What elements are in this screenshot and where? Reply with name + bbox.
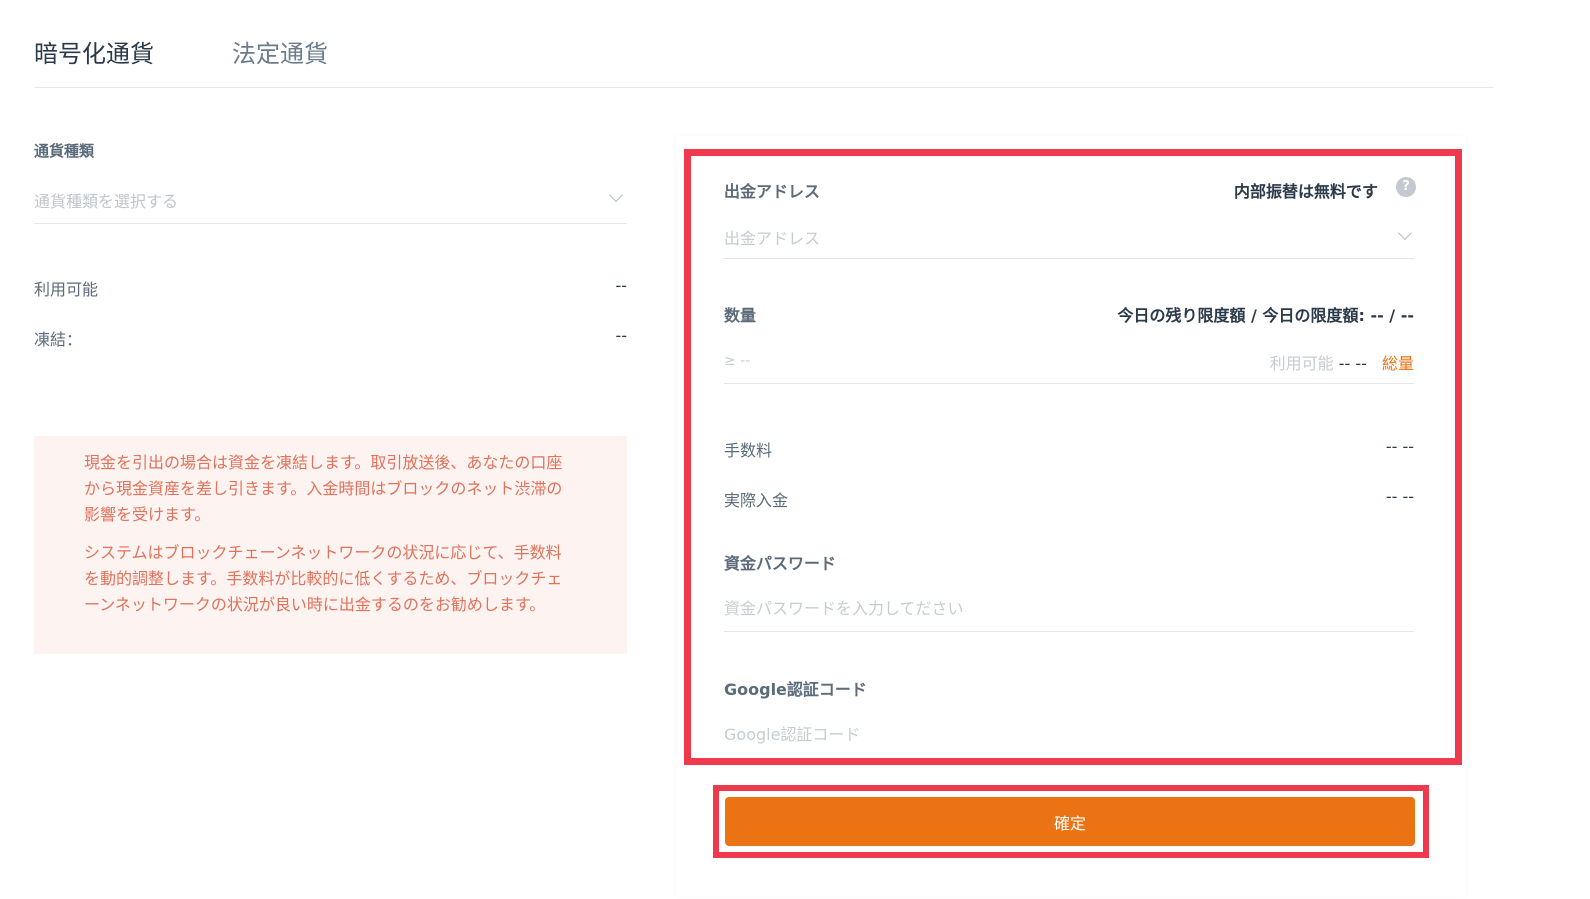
frozen-value: -- xyxy=(615,326,627,345)
available-label: 利用可能 xyxy=(34,280,99,299)
available-row: 利用可能 -- xyxy=(34,276,627,300)
tab-fiat[interactable]: 法定通貨 xyxy=(232,34,328,69)
chevron-down-icon xyxy=(608,187,624,203)
currency-type-select[interactable]: 通貨種類を選択する xyxy=(34,184,627,224)
notice-paragraph-1: 現金を引出の場合は資金を凍結します。取引放送後、あなたの口座から現金資産を差し引… xyxy=(84,453,563,524)
notice-paragraph-2: システムはブロックチェーンネットワークの状況に応じて、手数料を動的調整します。手… xyxy=(84,543,563,614)
tab-crypto[interactable]: 暗号化通貨 xyxy=(34,34,154,69)
available-value: -- xyxy=(615,276,627,295)
currency-type-placeholder: 通貨種類を選択する xyxy=(34,192,179,211)
currency-type-label: 通貨種類 xyxy=(34,142,95,160)
form-highlight-frame xyxy=(684,149,1462,765)
currency-type-tabs: 暗号化通貨 法定通貨 xyxy=(34,0,1494,88)
confirm-button[interactable]: 確定 xyxy=(725,797,1415,846)
frozen-label: 凍結： xyxy=(34,330,83,349)
frozen-row: 凍結： -- xyxy=(34,326,627,350)
withdrawal-notice: 現金を引出の場合は資金を凍結します。取引放送後、あなたの口座から現金資産を差し引… xyxy=(34,436,627,654)
